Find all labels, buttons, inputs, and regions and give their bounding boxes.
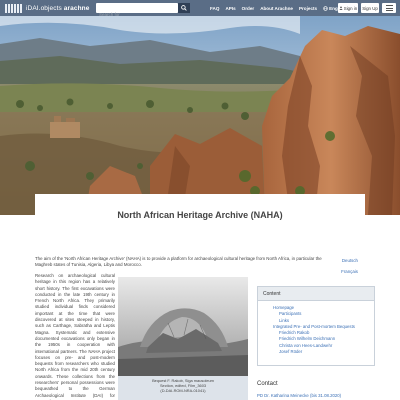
search-box — [96, 3, 178, 20]
sign-in-button[interactable]: Sign in — [338, 3, 358, 13]
search-button[interactable] — [178, 3, 190, 13]
language-links: Deutsch Français — [330, 256, 358, 277]
top-navigation-bar: iDAI.objects arachne FAQ APIs Order Abou… — [0, 0, 400, 20]
globe-icon — [323, 5, 328, 11]
content-heading: Content — [258, 287, 374, 301]
page-title: North African Heritage Archive (NAHA) — [117, 210, 283, 220]
logo-columns-icon — [5, 3, 23, 13]
caption-line: (D-DAI-ROM-NRA-01041) — [160, 388, 206, 394]
intro-text: The aim of the 'North African Heritage A… — [35, 256, 322, 268]
nav-projects[interactable]: Projects — [299, 6, 317, 11]
siga-mausoleum-photo[interactable] — [118, 277, 248, 376]
sign-up-button[interactable]: Sign Up — [361, 3, 379, 13]
page-title-box: North African Heritage Archive (NAHA) — [35, 194, 365, 236]
content-box: Content Homepage Participants Links Inte… — [257, 286, 375, 366]
sign-up-label: Sign Up — [362, 5, 378, 11]
nav-apis[interactable]: APIs — [225, 6, 235, 11]
user-icon — [339, 6, 343, 10]
nav-about-arachne[interactable]: About Arachne — [260, 6, 293, 11]
main-nav: FAQ APIs Order About Arachne Projects En… — [210, 0, 352, 16]
logo-text: iDAI.objects arachne — [26, 4, 90, 12]
content-list: Homepage Participants Links Integrated P… — [258, 301, 374, 355]
menu-button[interactable] — [382, 3, 396, 13]
nav-faq[interactable]: FAQ — [210, 6, 219, 11]
hero-image — [0, 16, 400, 215]
contact-link[interactable]: PD Dr. Katharina Meinecke (bis 31.08.202… — [257, 393, 341, 398]
logo[interactable]: iDAI.objects arachne — [5, 3, 89, 13]
search-icon — [181, 5, 187, 11]
toc-josef-roder[interactable]: Josef Röder — [273, 349, 374, 355]
sign-in-label: Sign in — [343, 5, 358, 11]
body-text: Research on archaeological cultural heri… — [35, 273, 115, 400]
contact-heading: Contact — [257, 381, 278, 387]
figure: Bequest F. Rakob, Siga mausoleum Section… — [118, 277, 248, 400]
figure-caption: Bequest F. Rakob, Siga mausoleum Section… — [118, 378, 248, 394]
link-francais[interactable]: Français — [330, 267, 358, 278]
nav-order[interactable]: Order — [242, 6, 255, 11]
link-deutsch[interactable]: Deutsch — [330, 256, 358, 267]
